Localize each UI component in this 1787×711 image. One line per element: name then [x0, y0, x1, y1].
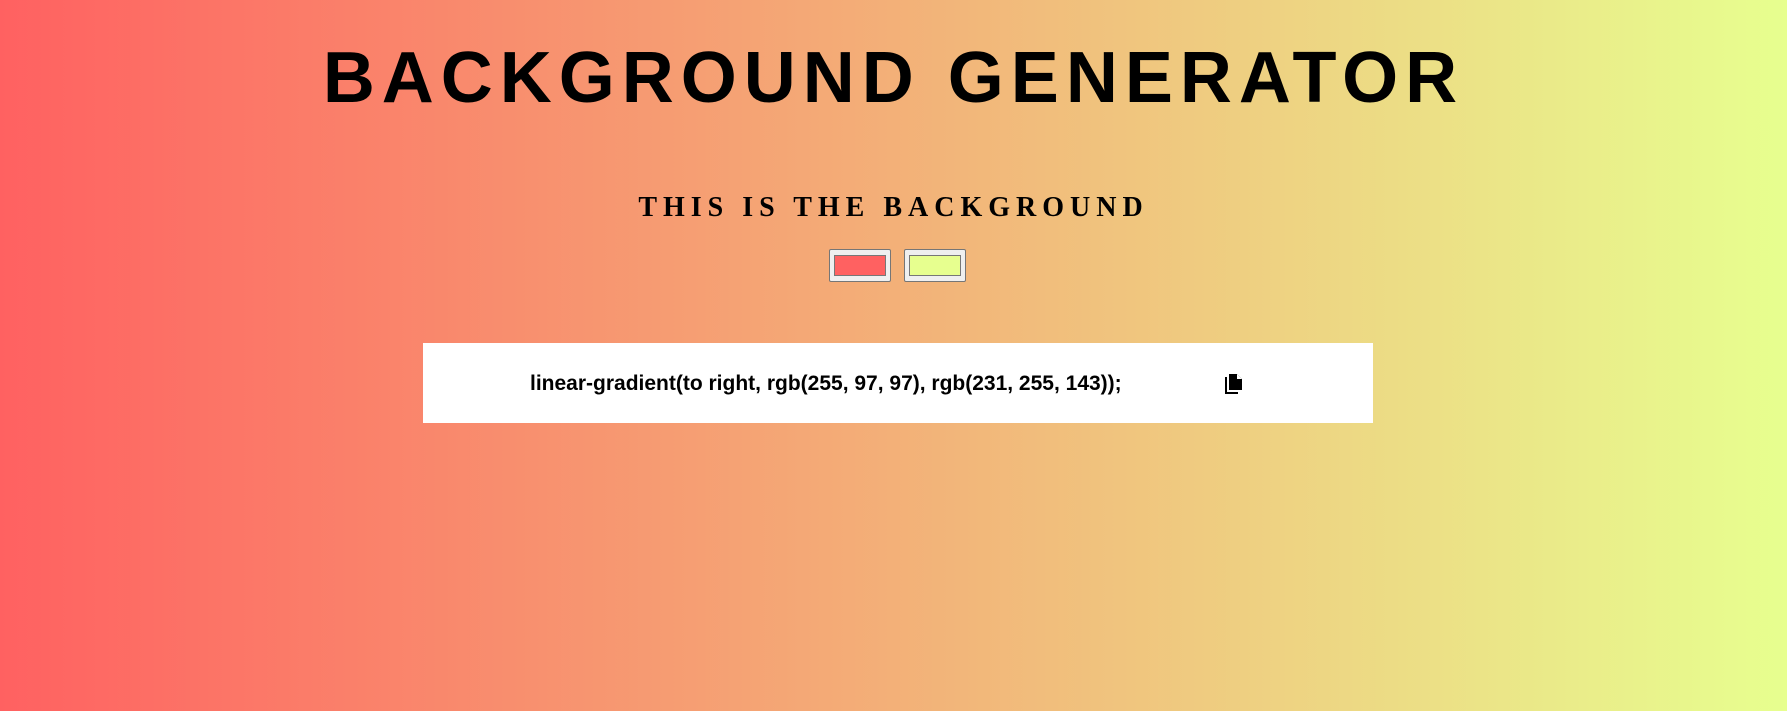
color-picker-1[interactable]: [829, 249, 891, 282]
copy-icon: [1225, 374, 1242, 394]
color-pickers: [829, 249, 967, 283]
page-subtitle: THIS IS THE BACKGROUND: [638, 192, 1149, 223]
gradient-background: BACKGROUND GENERATOR THIS IS THE BACKGRO…: [0, 0, 1787, 711]
color-picker-2[interactable]: [904, 249, 966, 282]
color-swatch-1: [834, 255, 886, 276]
css-output-box: linear-gradient(to right, rgb(255, 97, 9…: [423, 343, 1373, 423]
color-swatch-2: [909, 255, 961, 276]
copy-button[interactable]: [1223, 372, 1245, 396]
css-gradient-text: linear-gradient(to right, rgb(255, 97, 9…: [530, 372, 1122, 395]
page-title: BACKGROUND GENERATOR: [322, 38, 1465, 118]
